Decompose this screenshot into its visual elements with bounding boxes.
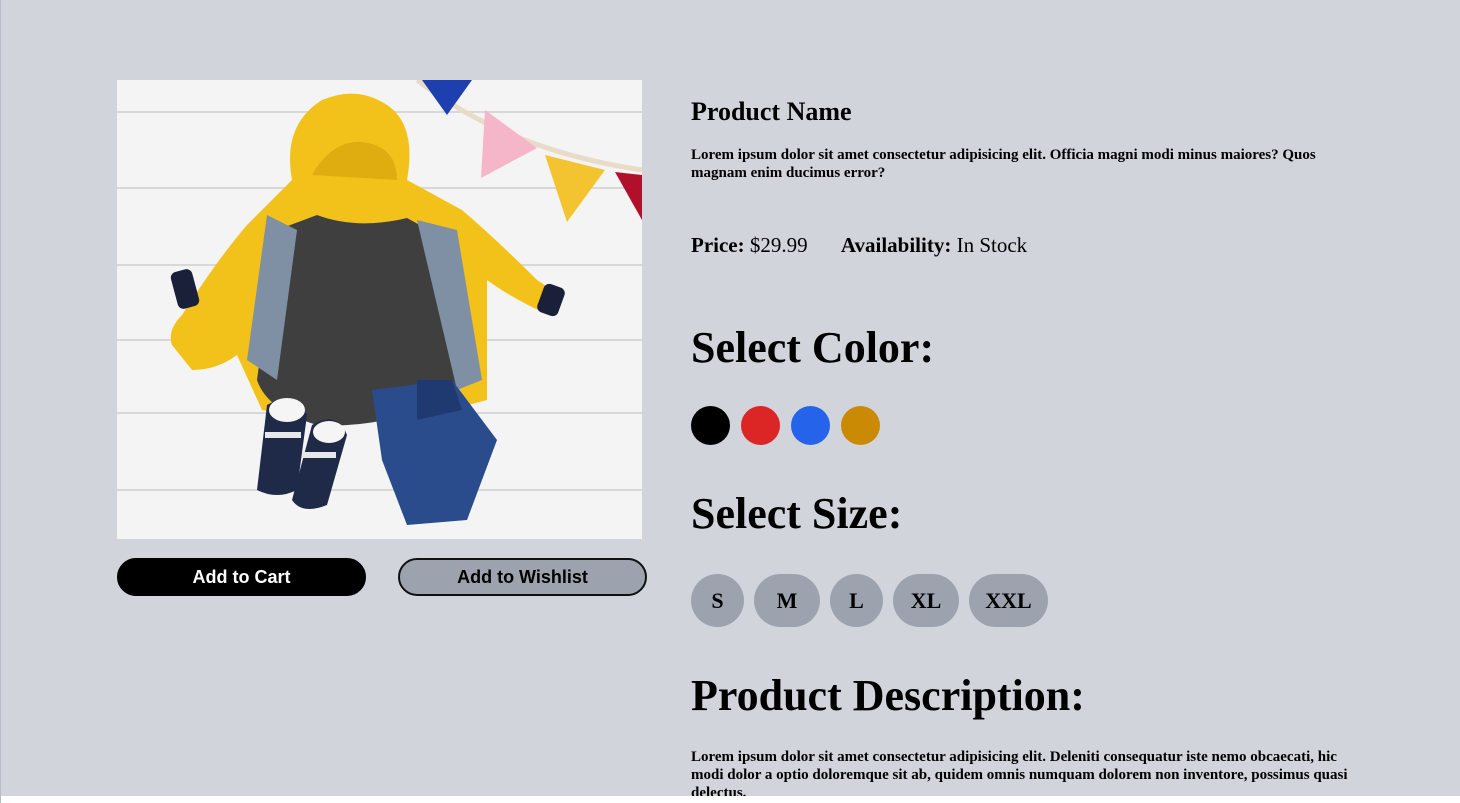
size-button-l[interactable]: L (830, 574, 883, 627)
size-button-m[interactable]: M (754, 574, 820, 627)
availability-label: Availability: (840, 233, 952, 257)
product-image (117, 80, 642, 539)
product-description-text: Lorem ipsum dolor sit amet consectetur a… (691, 749, 1348, 801)
page-bottom-edge (1, 796, 1460, 803)
color-swatch-black[interactable] (691, 406, 730, 445)
size-button-xl[interactable]: XL (893, 574, 959, 627)
color-swatches (691, 406, 880, 445)
price-availability-row: Price: $29.99 Availability: In Stock (691, 233, 1027, 258)
size-options: S M L XL XXL (691, 574, 1048, 627)
size-button-xxl[interactable]: XXL (969, 574, 1048, 627)
product-short-description: Lorem ipsum dolor sit amet consectetur a… (691, 147, 1316, 181)
price-value: $29.99 (749, 233, 808, 257)
size-button-s[interactable]: S (691, 574, 744, 627)
product-description-heading: Product Description: (691, 671, 1085, 720)
add-to-cart-button[interactable]: Add to Cart (117, 558, 366, 596)
product-name: Product Name (691, 97, 852, 126)
select-color-heading: Select Color: (691, 323, 935, 372)
price-label: Price: (691, 233, 745, 257)
select-size-heading: Select Size: (691, 489, 903, 538)
add-to-wishlist-button[interactable]: Add to Wishlist (398, 558, 647, 596)
color-swatch-gold[interactable] (841, 406, 880, 445)
color-swatch-red[interactable] (741, 406, 780, 445)
product-photo (117, 80, 642, 539)
availability-value: In Stock (956, 233, 1028, 257)
color-swatch-blue[interactable] (791, 406, 830, 445)
